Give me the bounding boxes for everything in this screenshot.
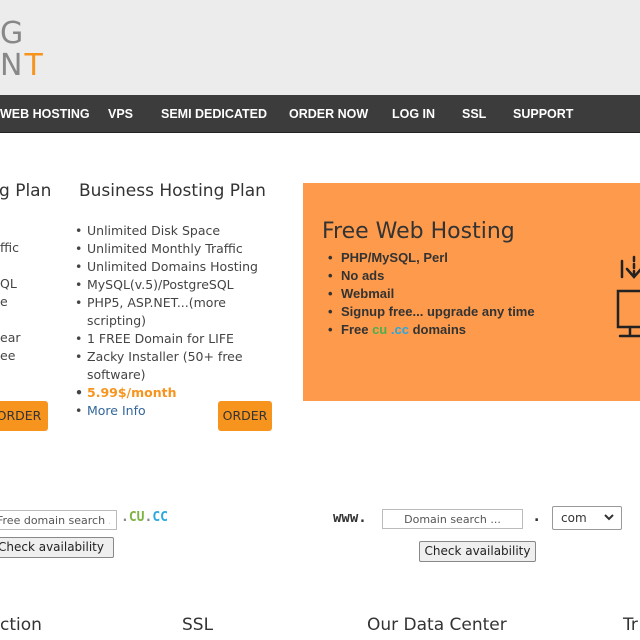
nav-support[interactable]: SUPPORT: [513, 95, 573, 133]
nav-semi-dedicated[interactable]: SEMI DEDICATED: [161, 95, 267, 133]
free-domain-tlds: .CU.CC: [121, 510, 168, 525]
plan-left-fragment: ee: [0, 348, 16, 363]
free-hosting-features: PHP/MySQL, Perl No ads Webmail Signup fr…: [326, 249, 535, 339]
business-plan-features: Unlimited Disk Space Unlimited Monthly T…: [73, 222, 273, 420]
footer-title-ssl: SSL: [182, 615, 214, 635]
feature-item: 1 FREE Domain for LIFE: [73, 330, 273, 348]
feature-item: Unlimited Monthly Traffic: [73, 240, 273, 258]
free-feature-domains: Free cu .cc domains: [326, 321, 535, 339]
tld-select[interactable]: com: [552, 506, 622, 530]
domains-prefix: Free: [341, 322, 373, 337]
domain-check-button[interactable]: Check availability: [419, 541, 536, 562]
footer-title-data-center: Our Data Center: [367, 615, 507, 635]
logo-line1: G: [0, 16, 26, 51]
free-feature-item: Webmail: [326, 285, 535, 303]
nav-web-hosting[interactable]: WEB HOSTING: [0, 95, 90, 133]
free-domain-check-button[interactable]: Check availability: [0, 537, 114, 558]
domain-separator: .: [534, 509, 540, 525]
feature-item: MySQL(v.5)/PostgreSQL: [73, 276, 273, 294]
order-button-business-plan[interactable]: ORDER: [218, 401, 272, 431]
domains-suffix: domains: [408, 322, 467, 337]
logo-line2-accent: T: [24, 48, 45, 83]
tld-dot: .: [121, 510, 129, 525]
feature-item: Zacky Installer (50+ free software): [73, 348, 273, 384]
plan-left-fragment: e: [0, 294, 8, 309]
footer-title: ction: [0, 615, 42, 635]
free-domain-search-input[interactable]: [0, 510, 117, 530]
plan-left-fragment: ear: [0, 330, 21, 345]
order-button-left-plan[interactable]: ORDER: [0, 401, 48, 431]
chevron-down-icon: [604, 514, 614, 521]
business-plan-title: Business Hosting Plan: [79, 181, 266, 201]
nav-order-now[interactable]: ORDER NOW: [289, 95, 368, 133]
www-prefix: www.: [333, 510, 367, 526]
free-hosting-title: Free Web Hosting: [322, 219, 515, 244]
main-nav: WEB HOSTING VPS SEMI DEDICATED ORDER NOW…: [0, 95, 640, 133]
domain-search-input[interactable]: [382, 509, 523, 529]
logo-line2: NT: [0, 50, 45, 82]
tld-cu: CU: [128, 510, 145, 525]
feature-item: Unlimited Domains Hosting: [73, 258, 273, 276]
tld-cc: CC: [152, 510, 168, 525]
nav-log-in[interactable]: LOG IN: [392, 95, 435, 133]
plan-left-fragment: ffic: [0, 240, 19, 255]
footer-title: Tr: [623, 615, 638, 635]
domain-cu: cu: [372, 322, 388, 337]
logo-line2-prefix: N: [0, 48, 25, 83]
monitor-download-icon: [616, 255, 640, 338]
main-content: g Plan ffic QL e ear ee ORDER Business H…: [0, 133, 640, 640]
plan-left-fragment: QL: [0, 276, 17, 291]
free-feature-item: No ads: [326, 267, 535, 285]
free-feature-item: Signup free... upgrade any time: [326, 303, 535, 321]
free-hosting-banner[interactable]: Free Web Hosting PHP/MySQL, Perl No ads …: [303, 183, 640, 401]
feature-item: PHP5, ASP.NET...(more scripting): [73, 294, 273, 330]
site-logo[interactable]: G NT: [0, 18, 45, 82]
domain-cc: cc: [394, 322, 409, 337]
business-plan-price: 5.99$/month: [73, 384, 273, 402]
plan-left-title: g Plan: [0, 181, 52, 201]
feature-item: Unlimited Disk Space: [73, 222, 273, 240]
free-feature-item: PHP/MySQL, Perl: [326, 249, 535, 267]
nav-ssl[interactable]: SSL: [462, 95, 486, 133]
tld-select-value: com: [561, 511, 587, 525]
site-header: G NT: [0, 0, 640, 95]
nav-vps[interactable]: VPS: [108, 95, 133, 133]
